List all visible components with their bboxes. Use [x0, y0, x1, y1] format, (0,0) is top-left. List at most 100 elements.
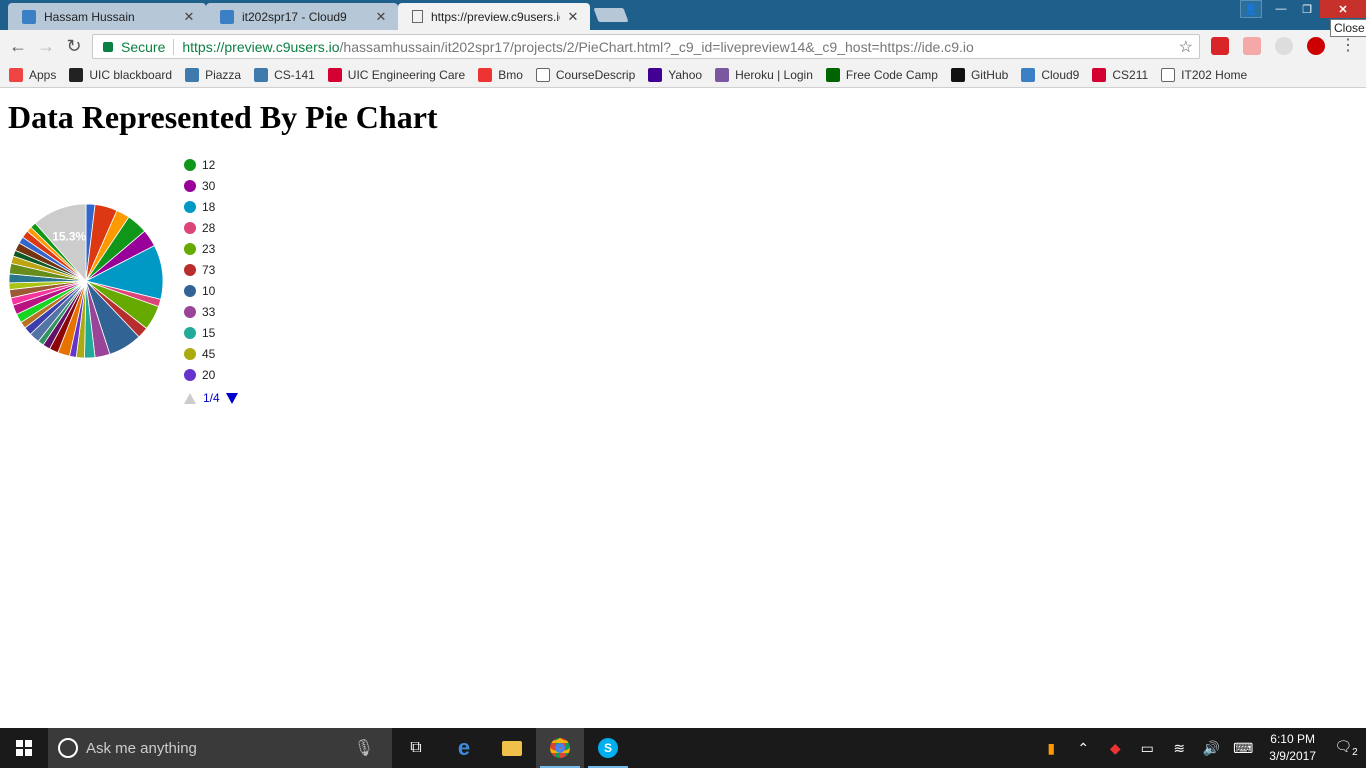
windows-icon: [16, 740, 32, 756]
legend-swatch: [184, 179, 196, 192]
tab-title: it202spr17 - Cloud9: [242, 9, 347, 24]
minimize-button[interactable]: —: [1268, 0, 1294, 18]
extension-acrobat-icon[interactable]: [1211, 37, 1229, 55]
github-icon: [950, 68, 965, 82]
forward-arrow-icon[interactable]: →: [32, 33, 60, 61]
legend-swatch: [184, 347, 196, 360]
bookmark-star-icon[interactable]: ☆: [1179, 37, 1193, 57]
reload-icon[interactable]: ↻: [60, 33, 88, 61]
legend-label: 45: [202, 346, 216, 361]
clock-time: 6:10 PM: [1270, 732, 1315, 746]
bmo-icon: [478, 68, 493, 82]
bookmark-yahoo[interactable]: Yahoo: [648, 68, 702, 82]
bookmark-label: Heroku | Login: [735, 68, 813, 82]
legend-item[interactable]: 15: [184, 322, 215, 343]
extension-pdf-icon[interactable]: [1243, 37, 1261, 55]
cortana-search[interactable]: Ask me anything 🎙: [48, 728, 392, 768]
bookmark-uic-engineering-care[interactable]: UIC Engineering Care: [327, 68, 465, 82]
bookmark-label: GitHub: [970, 68, 1009, 82]
action-center-icon[interactable]: 🗨2: [1326, 738, 1366, 758]
file-explorer-icon[interactable]: [488, 728, 536, 768]
legend-swatch: [184, 284, 196, 297]
tab-strip: Hassam Hussain ✕ it202spr17 - Cloud9 ✕ h…: [0, 0, 1230, 30]
cloud9-icon: [1021, 68, 1036, 82]
edge-icon[interactable]: e: [440, 728, 488, 768]
tab-preview[interactable]: https://preview.c9users.io ✕: [398, 3, 590, 30]
legend-item[interactable]: 20: [184, 364, 215, 385]
bookmark-coursedescrip[interactable]: CourseDescrip: [535, 68, 636, 82]
wifi-icon[interactable]: ≋: [1163, 740, 1195, 757]
freecodecamp-icon: [825, 68, 840, 82]
keyboard-icon[interactable]: ⌨: [1227, 740, 1259, 757]
close-icon[interactable]: ✕: [182, 9, 196, 25]
legend-label: 73: [202, 262, 216, 277]
clock[interactable]: 6:10 PM 3/9/2017: [1269, 731, 1316, 765]
legend-item[interactable]: 10: [184, 280, 215, 301]
chrome-icon[interactable]: [536, 728, 584, 768]
profile-icon[interactable]: 👤: [1240, 0, 1262, 18]
pie-chart[interactable]: 15.3%: [8, 203, 164, 359]
tab-cloud9[interactable]: it202spr17 - Cloud9 ✕: [206, 3, 398, 30]
battery-icon[interactable]: ▭: [1131, 740, 1163, 757]
legend-swatch: [184, 221, 196, 234]
tab-hassam-hussain[interactable]: Hassam Hussain ✕: [8, 3, 206, 30]
grid-icon: [254, 68, 269, 82]
extension-ghost-icon[interactable]: [1275, 37, 1293, 55]
chevron-up-icon[interactable]: ⌃: [1067, 740, 1099, 757]
pager-down-icon[interactable]: [225, 392, 238, 404]
url-path: /hassamhussain/it202spr17/projects/2/Pie…: [339, 38, 974, 55]
legend-item[interactable]: 30: [184, 175, 215, 196]
legend-item[interactable]: 23: [184, 238, 215, 259]
taskbar: Ask me anything 🎙 ⧉ e S ▮ ⌃ ◆ ▭ ≋ 🔊 ⌨ 6:…: [0, 728, 1366, 768]
legend-swatch: [184, 368, 196, 381]
notification-app-icon[interactable]: ▮: [1035, 740, 1067, 757]
legend-item[interactable]: 33: [184, 301, 215, 322]
close-icon[interactable]: ✕: [566, 9, 580, 25]
adblock-icon[interactable]: [1307, 37, 1325, 55]
back-arrow-icon[interactable]: ←: [4, 33, 32, 61]
legend-item[interactable]: 28: [184, 217, 215, 238]
close-icon[interactable]: ✕: [374, 9, 388, 25]
bookmark-piazza[interactable]: Piazza: [185, 68, 241, 82]
bookmark-uic-blackboard[interactable]: UIC blackboard: [69, 68, 172, 82]
bookmark-cloud9[interactable]: Cloud9: [1021, 68, 1079, 82]
bookmark-heroku-login[interactable]: Heroku | Login: [715, 68, 813, 82]
chart-legend: 12 30 18 28 23 73 10 33 15 45 20: [184, 154, 215, 385]
bookmarks-bar: Apps UIC blackboard Piazza CS-141 UIC Engine…: [0, 63, 1366, 88]
bookmark-label: CS-141: [274, 68, 315, 82]
bookmark-cs211[interactable]: CS211: [1092, 68, 1148, 82]
window-close-button[interactable]: ✕: [1320, 0, 1366, 18]
new-tab-button[interactable]: [593, 8, 629, 22]
acrobat-tray-icon[interactable]: ◆: [1099, 740, 1131, 757]
volume-icon[interactable]: 🔊: [1195, 740, 1227, 757]
skype-icon[interactable]: S: [584, 728, 632, 768]
restore-button[interactable]: ❐: [1294, 0, 1320, 18]
bookmark-cs-141[interactable]: CS-141: [254, 68, 315, 82]
legend-swatch: [184, 305, 196, 318]
legend-item[interactable]: 12: [184, 154, 215, 175]
task-view-icon[interactable]: ⧉: [392, 728, 440, 768]
start-button[interactable]: [0, 728, 48, 768]
legend-label: 18: [202, 199, 216, 214]
address-bar[interactable]: Secure https://preview.c9users.io /hassa…: [92, 34, 1200, 59]
bookmark-label: Cloud9: [1041, 68, 1080, 82]
microphone-icon[interactable]: 🎙: [354, 738, 374, 758]
bookmark-github[interactable]: GitHub: [950, 68, 1009, 82]
cloud9-icon: [220, 9, 234, 24]
bookmark-apps[interactable]: Apps: [9, 68, 56, 82]
legend-item[interactable]: 73: [184, 259, 215, 280]
bookmark-label: CourseDescrip: [555, 68, 636, 82]
pager-label: 1/4: [203, 391, 220, 405]
legend-item[interactable]: 18: [184, 196, 215, 217]
menu-icon[interactable]: ⋮: [1339, 37, 1357, 55]
document-icon: [535, 68, 550, 82]
legend-swatch: [184, 242, 196, 255]
lock-icon: [103, 41, 113, 52]
bookmark-bmo[interactable]: Bmo: [478, 68, 523, 82]
bookmark-it202-home[interactable]: IT202 Home: [1161, 68, 1247, 82]
page-content: Data Represented By Pie Chart 15.3% 12 30…: [0, 89, 1366, 728]
legend-item[interactable]: 45: [184, 343, 215, 364]
bookmark-free-code-camp[interactable]: Free Code Camp: [825, 68, 938, 82]
bookmark-label: Yahoo: [668, 68, 703, 82]
legend-label: 23: [202, 241, 216, 256]
